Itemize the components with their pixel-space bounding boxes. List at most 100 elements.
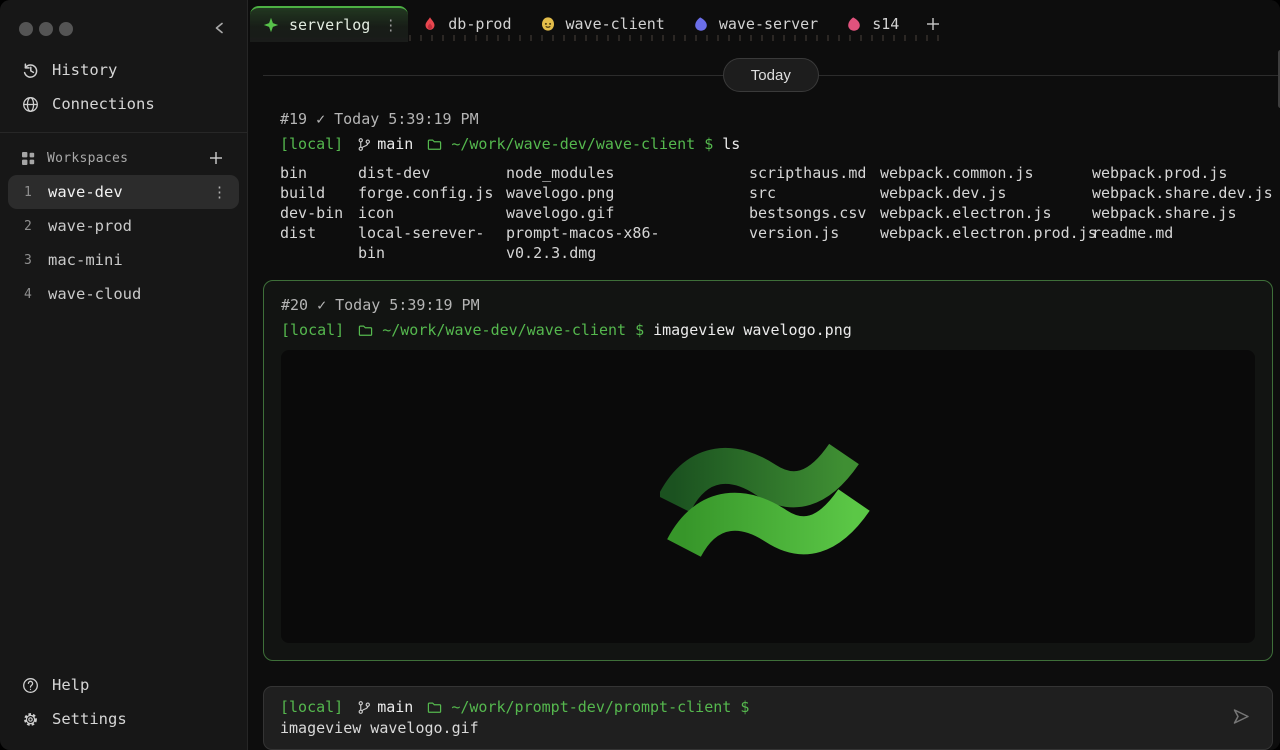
workspace-item-wave-dev[interactable]: 1 wave-dev ⋮ [8, 175, 239, 209]
window-minimize-button[interactable] [39, 21, 53, 36]
file-name: webpack.electron.prod.js [880, 224, 1097, 242]
send-icon [1230, 706, 1252, 731]
sidebar-item-connections[interactable]: Connections [0, 87, 247, 121]
prompt-cwd: ~/work/prompt-dev/prompt-client [451, 698, 732, 716]
prompt-symbol: $ [704, 135, 714, 153]
sidebar-collapse-button[interactable] [210, 18, 231, 39]
command-timestamp: Today 5:39:19 PM [335, 296, 480, 314]
chevron-left-icon [212, 20, 229, 37]
file-name: webpack.share.dev.js [1092, 184, 1273, 202]
tab-s14[interactable]: s14 [832, 6, 913, 42]
add-workspace-button[interactable] [206, 148, 227, 169]
tab-menu-icon[interactable]: ⋮ [383, 16, 398, 34]
command-number: #19 [280, 110, 308, 128]
branch-name: main [377, 135, 414, 153]
file-name: dist [280, 224, 317, 242]
workspace-index: 1 [24, 184, 32, 200]
file-name: webpack.share.js [1092, 204, 1237, 222]
tab-label: s14 [872, 15, 900, 33]
app-window: History Connections Workspaces 1 wave-de… [0, 0, 1280, 750]
tab-serverlog[interactable]: serverlog ⋮ [250, 6, 409, 42]
command-block-20[interactable]: #20 ✓ Today 5:39:19 PM [local] ~/work/wa… [263, 280, 1273, 661]
file-name: wavelogo.png [506, 184, 615, 202]
file-name: readme.md [1092, 224, 1174, 242]
plus-icon [925, 16, 942, 33]
file-name: prompt-macos-x86-v0.2.3.dmg [506, 224, 660, 262]
file-name: build [280, 184, 326, 202]
workspace-label: wave-cloud [48, 285, 142, 303]
workspace-item-mac-mini[interactable]: 3 mac-mini [8, 243, 239, 277]
ls-output: bin build dev-bin dist dist-dev forge.co… [280, 163, 1273, 263]
git-branch-icon [357, 137, 372, 152]
workspace-index: 3 [24, 252, 32, 268]
command-number: #20 [281, 296, 309, 314]
workspace-item-wave-prod[interactable]: 2 wave-prod [8, 209, 239, 243]
window-zoom-button[interactable] [59, 21, 73, 36]
prompt-symbol: $ [740, 698, 750, 716]
workspace-menu-icon[interactable]: ⋮ [212, 184, 227, 200]
plus-icon [208, 150, 225, 167]
ls-column: dist-dev forge.config.js icon local-sere… [358, 163, 506, 263]
sidebar-item-settings[interactable]: Settings [0, 702, 247, 736]
tab-db-prod[interactable]: db-prod [408, 6, 525, 42]
input-prompt-line: [local] main ~/work/prompt-dev/prompt-cl… [280, 697, 1216, 717]
command-input[interactable]: [local] main ~/work/prompt-dev/prompt-cl… [263, 686, 1273, 750]
divider-line [263, 74, 723, 76]
ls-column: scripthaus.md src bestsongs.csv version.… [749, 163, 880, 263]
window-controls [19, 21, 73, 36]
globe-icon [21, 95, 40, 114]
branch-name: main [377, 698, 414, 716]
blob-icon [693, 16, 710, 33]
sidebar-item-help[interactable]: Help [0, 668, 247, 702]
file-name: scripthaus.md [749, 164, 867, 182]
ls-column: node_modules wavelogo.png wavelogo.gif p… [506, 163, 749, 263]
main-area: serverlog ⋮ db-prod wave-client wave-ser… [248, 0, 1280, 750]
check-icon: ✓ [316, 110, 326, 128]
image-viewer [281, 350, 1255, 643]
new-tab-button[interactable] [913, 6, 954, 42]
history-icon [21, 61, 40, 80]
gear-icon [21, 710, 40, 729]
prompt-cwd: ~/work/wave-dev/wave-client [382, 321, 627, 339]
prompt-host: [local] [281, 321, 345, 339]
file-name: forge.config.js [358, 184, 494, 202]
wave-logo-image [658, 422, 875, 572]
tab-wave-client[interactable]: wave-client [526, 6, 679, 42]
ls-column: webpack.prod.js webpack.share.dev.js web… [1092, 163, 1273, 263]
sidebar-item-label: History [52, 61, 118, 79]
file-name: bin [280, 164, 308, 182]
command-text: imageview wavelogo.png [653, 321, 852, 339]
prompt-host: [local] [280, 135, 344, 153]
sidebar-nav: History Connections [0, 53, 247, 121]
blob-icon [846, 16, 863, 33]
tab-label: db-prod [448, 15, 512, 33]
command-input-value[interactable]: imageview wavelogo.gif [280, 717, 1216, 739]
git-branch: main [357, 134, 413, 154]
window-close-button[interactable] [19, 21, 33, 36]
prompt-line: [local] main ~/work/wave-dev/wave-client… [280, 134, 1273, 154]
sidebar: History Connections Workspaces 1 wave-de… [0, 0, 248, 750]
file-name: icon [358, 204, 395, 222]
file-name: node_modules [506, 164, 615, 182]
git-branch-icon [357, 700, 372, 715]
help-icon [21, 676, 40, 695]
sidebar-footer: Help Settings [0, 668, 247, 736]
send-command-button[interactable] [1230, 706, 1252, 731]
sidebar-item-history[interactable]: History [0, 53, 247, 87]
workspace-index: 4 [24, 286, 32, 302]
prompt-line: [local] ~/work/wave-dev/wave-client $ im… [281, 320, 1255, 340]
tab-wave-server[interactable]: wave-server [679, 6, 832, 42]
file-name: webpack.prod.js [1092, 164, 1228, 182]
happy-blob-icon [540, 16, 557, 33]
workspaces-title: Workspaces [47, 150, 129, 166]
file-name: webpack.common.js [880, 164, 1034, 182]
workspace-item-wave-cloud[interactable]: 4 wave-cloud [8, 277, 239, 311]
file-name: local-serever-bin [358, 224, 485, 262]
tab-label: serverlog [289, 16, 371, 34]
sidebar-item-label: Help [52, 676, 90, 694]
flame-icon [422, 16, 439, 33]
tab-label: wave-server [718, 15, 819, 33]
workspace-label: wave-dev [48, 183, 123, 201]
check-icon: ✓ [317, 296, 327, 314]
file-name: bestsongs.csv [749, 204, 867, 222]
